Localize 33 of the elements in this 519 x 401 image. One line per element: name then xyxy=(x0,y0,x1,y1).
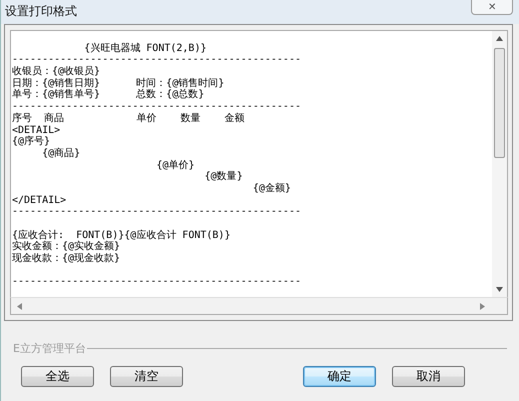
template-line: {@商品} xyxy=(41,148,82,160)
horizontal-scrollbar[interactable] xyxy=(10,297,508,315)
template-line: {@单价} xyxy=(155,160,196,172)
template-line: {@金额} xyxy=(252,182,292,195)
template-line: 日期：{@销售日期} 时间：{@销售时间} xyxy=(12,78,226,89)
template-line: 实收金额：{@实收金额} xyxy=(12,241,120,253)
template-line: {@序号} xyxy=(12,136,52,148)
close-button[interactable]: ✕ xyxy=(471,0,513,15)
template-line: ------------------------------------------------ xyxy=(12,54,302,66)
scroll-thumb[interactable] xyxy=(494,48,505,158)
dialog-button[interactable]: 确定 xyxy=(303,366,376,387)
dialog-button[interactable]: 全选 xyxy=(21,366,94,387)
group-label: E立方管理平台 xyxy=(13,341,86,356)
template-line: <DETAIL> xyxy=(12,124,62,136)
template-line: 序号 商品 单价 数量 金额 xyxy=(12,112,246,124)
template-line: 单号：{@销售单号} 总数：{@总数} xyxy=(12,89,206,102)
template-line: {应收合计: FONT(B)}{@应收合计 FONT(B)} xyxy=(12,228,232,241)
left-arrow-icon[interactable] xyxy=(17,302,22,310)
template-line: ------------------------------------------------ xyxy=(12,275,302,288)
vertical-scrollbar[interactable] xyxy=(492,31,507,297)
up-arrow-icon[interactable] xyxy=(496,36,503,41)
down-arrow-icon[interactable] xyxy=(496,287,503,292)
dialog-button[interactable]: 清空 xyxy=(110,366,183,387)
template-line: 收银员：{@收银员} xyxy=(12,66,102,78)
template-line: 现金收款：{@现金收款} xyxy=(12,253,122,265)
template-line: {@数量} xyxy=(204,171,244,183)
template-line: </DETAIL> xyxy=(12,194,68,206)
right-arrow-icon[interactable] xyxy=(480,302,485,310)
window-title: 设置打印格式 xyxy=(4,3,77,20)
template-line: {兴旺电器城 FONT(2,B)} xyxy=(83,42,208,54)
template-line: ------------------------------------------------ xyxy=(12,101,302,112)
dialog-button[interactable]: 取消 xyxy=(392,366,465,387)
template-line: ------------------------------------------------ xyxy=(12,206,302,218)
